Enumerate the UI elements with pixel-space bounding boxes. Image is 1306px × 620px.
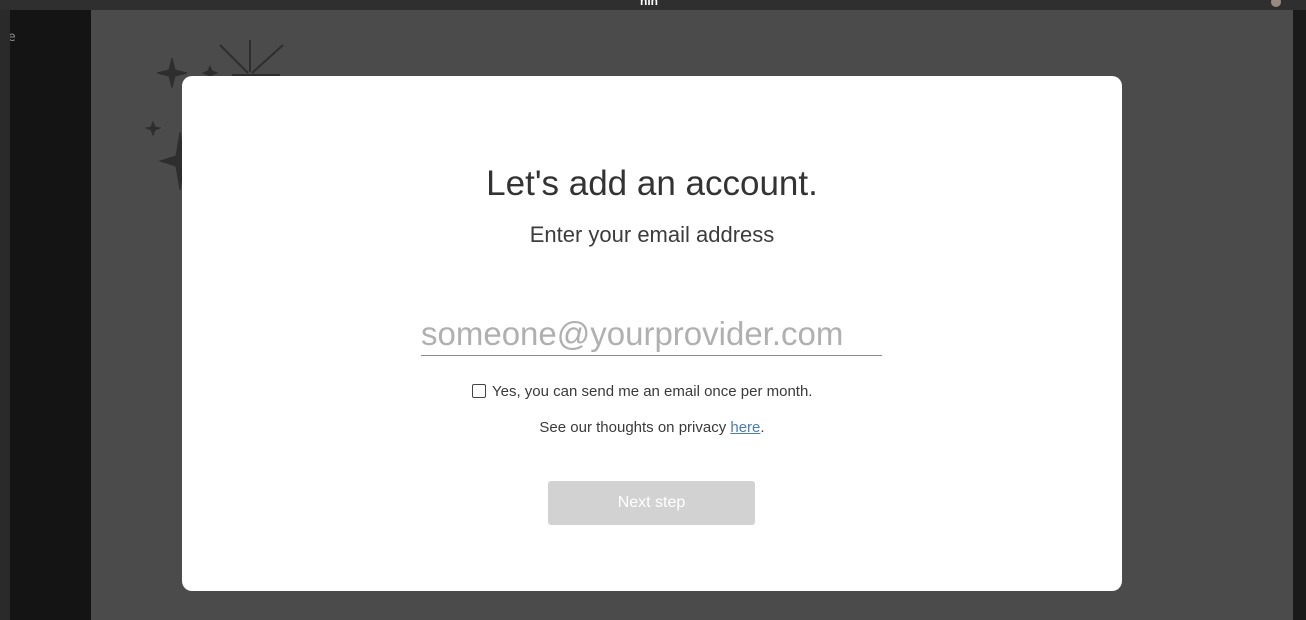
- privacy-note: See our thoughts on privacy here.: [182, 419, 1122, 436]
- dialog-subtitle: Enter your email address: [529, 222, 775, 247]
- background-gutter: [0, 10, 10, 620]
- window-control-icon[interactable]: [1271, 0, 1281, 7]
- window-title: nin: [640, 0, 658, 8]
- dialog-title: Let's add an account.: [486, 164, 818, 203]
- privacy-link[interactable]: here: [730, 419, 760, 436]
- email-field[interactable]: [421, 312, 882, 356]
- newsletter-checkbox[interactable]: [472, 384, 486, 398]
- background-editor-panel: le i i: [0, 10, 91, 620]
- privacy-note-text: See our thoughts on privacy: [539, 419, 731, 436]
- sparkle-ray-icon: [219, 44, 249, 74]
- star-icon: [144, 120, 162, 137]
- newsletter-checkbox-label[interactable]: Yes, you can send me an email once per m…: [492, 383, 812, 400]
- newsletter-consent: Yes, you can send me an email once per m…: [472, 381, 812, 401]
- add-account-dialog: Let's add an account. Enter your email a…: [182, 76, 1122, 591]
- sparkle-ray-icon: [251, 44, 284, 74]
- privacy-note-suffix: .: [760, 419, 765, 436]
- background-right-edge: [1293, 10, 1306, 620]
- next-step-button[interactable]: Next step: [548, 481, 755, 525]
- window-titlebar: nin: [0, 0, 1306, 10]
